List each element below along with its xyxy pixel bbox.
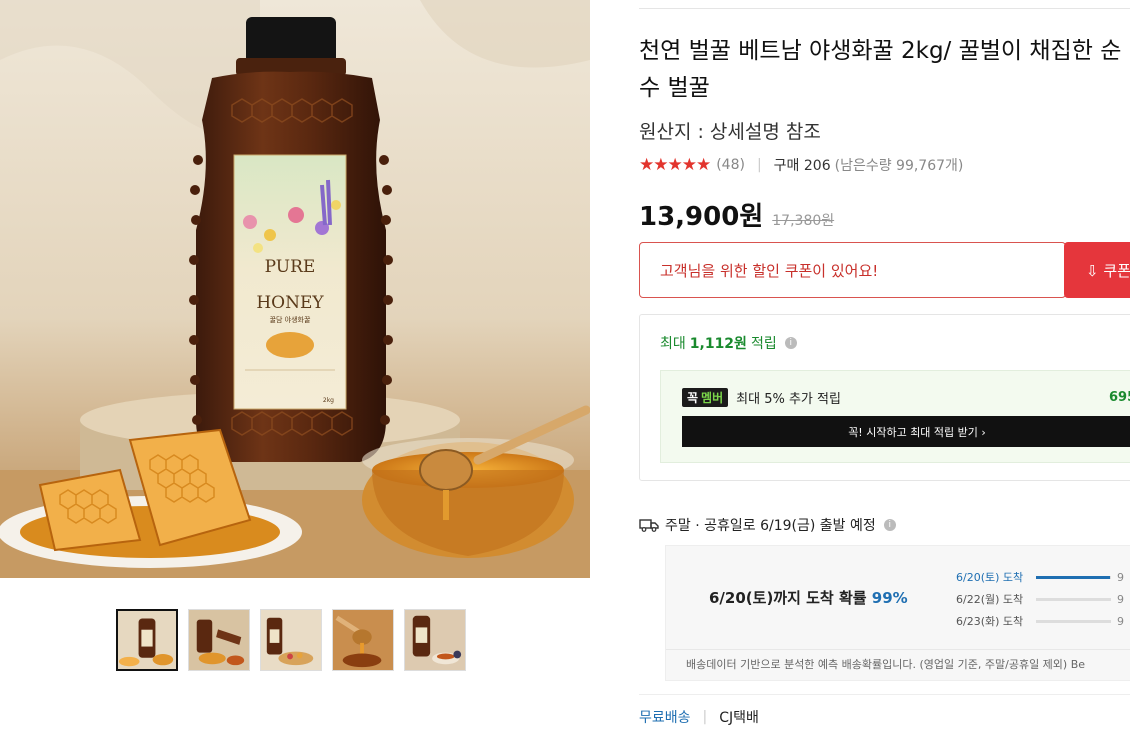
thumbnail-2[interactable] [188,609,250,671]
coupon-banner[interactable]: 고객님을 위한 할인 쿠폰이 있어요! [639,242,1066,298]
eta-item-bar [1036,619,1111,623]
membership-join-button[interactable]: 꼭! 시작하고 최대 적립 받기 › [682,416,1130,447]
thumbnail-3[interactable] [260,609,322,671]
free-shipping-label: 무료배송 [639,710,691,726]
divider [639,8,1130,9]
thumbnail-1[interactable] [116,609,178,671]
coupon-button-label: ⇩ 쿠폰 [1086,261,1130,280]
membership-box: 꼭 멤버 최대 5% 추가 적립 695 꼭! 시작하고 최대 적립 받기 › [660,370,1130,463]
divider [666,649,1130,650]
product-origin: 원산지 : 상세설명 참조 [639,121,821,143]
points-header: 최대 1,112원 적립 i [660,333,797,353]
membership-logo-text: 멤버 [701,391,724,405]
eta-note: 배송데이터 기반으로 분석한 예측 배송확률입니다. (영업일 기준, 주말/공… [686,658,1086,671]
eta-item-label: 6/23(화) 도착 [956,615,1024,628]
points-amount: 1,112원 [689,336,747,352]
purchase-count: 구매 206 [773,158,831,174]
label-brand-line1: PURE [265,257,316,277]
eta-item: 6/22(월) 도착 9 [956,588,1130,610]
delivery-estimate-box: 6/20(토)까지 도착 확률 99% 6/20(토) 도착 9 6/22(월) 도… [665,545,1130,681]
eta-list: 6/20(토) 도착 9 6/22(월) 도착 9 6/23(화) 도착 9 [956,566,1130,632]
star-rating: ★★★★★ [639,155,711,175]
membership-logo: 꼭 멤버 [682,388,729,407]
eta-item-bar-fill [1036,575,1111,579]
eta-item-bar [1036,597,1111,601]
label-subtitle: 꿀담 야생화꿀 [270,315,311,324]
eta-item-label: 6/22(월) 도착 [956,593,1024,606]
shipping-text: 주말 · 공휴일로 6/19(금) 출발 예정 [665,518,876,534]
divider: | [756,157,762,173]
eta-item-value: 9 [1117,614,1124,628]
eta-item-value: 9 [1117,592,1124,606]
thumbnail-4[interactable] [332,609,394,671]
points-suffix: 적립 [750,336,777,352]
coupon-download-button[interactable]: ⇩ 쿠폰 [1064,242,1130,298]
membership-benefit: 최대 5% 추가 적립 [736,392,841,407]
delivery-row: 무료배송 | CJ택배 [639,707,759,727]
product-info-panel: 천연 벌꿀 베트남 야생화꿀 2kg/ 꿀벌이 채집한 순수 벌꿀 원산지 : … [639,0,1130,734]
product-photo: PURE HONEY 꿀담 야생화꿀 2kg [0,0,590,578]
points-box: 최대 1,112원 적립 i 꼭 멤버 최대 5% 추가 적립 695 꼭! 시… [639,314,1130,481]
truck-icon [639,519,659,532]
carrier-label: CJ택배 [719,710,759,726]
eta-item-label: 6/20(토) 도착 [956,571,1024,584]
review-count-link[interactable]: (48) [716,157,745,173]
coupon-text: 고객님을 위한 할인 쿠폰이 있어요! [660,261,879,280]
eta-text: 6/20(토)까지 도착 확률 [709,589,867,607]
eta-item-bar [1036,575,1111,579]
rating-row: ★★★★★ (48) | 구매 206 (남은수량 99,767개) [639,155,963,175]
eta-item-value: 9 [1117,570,1124,584]
divider [639,694,1130,695]
product-main-image: PURE HONEY 꿀담 야생화꿀 2kg [0,0,590,578]
eta-item: 6/20(토) 도착 9 [956,566,1130,588]
label-weight: 2kg [323,397,334,404]
eta-percent: 99% [871,589,908,607]
eta-summary: 6/20(토)까지 도착 확률 99% [709,587,908,608]
points-prefix: 최대 [660,336,686,352]
price-row: 13,900원 17,380원 [639,196,834,233]
info-icon[interactable]: i [883,519,896,531]
eta-item: 6/23(화) 도착 9 [956,610,1130,632]
divider: | [702,709,708,725]
thumbnail-strip [116,609,466,671]
sale-price: 13,900원 [639,202,764,232]
membership-row: 꼭 멤버 최대 5% 추가 적립 [682,388,841,407]
product-title: 천연 벌꿀 베트남 야생화꿀 2kg/ 꿀벌이 채집한 순수 벌꿀 [639,38,1122,101]
shipping-row: 주말 · 공휴일로 6/19(금) 출발 예정 i [639,515,896,535]
membership-logo-k: 꼭 [687,391,699,405]
label-brand-line2: HONEY [256,293,324,313]
remaining-stock: (남은수량 99,767개) [834,158,964,174]
original-price: 17,380원 [772,213,835,229]
thumbnail-5[interactable] [404,609,466,671]
info-icon[interactable]: i [784,337,797,349]
membership-extra-points: 695 [1109,390,1130,405]
